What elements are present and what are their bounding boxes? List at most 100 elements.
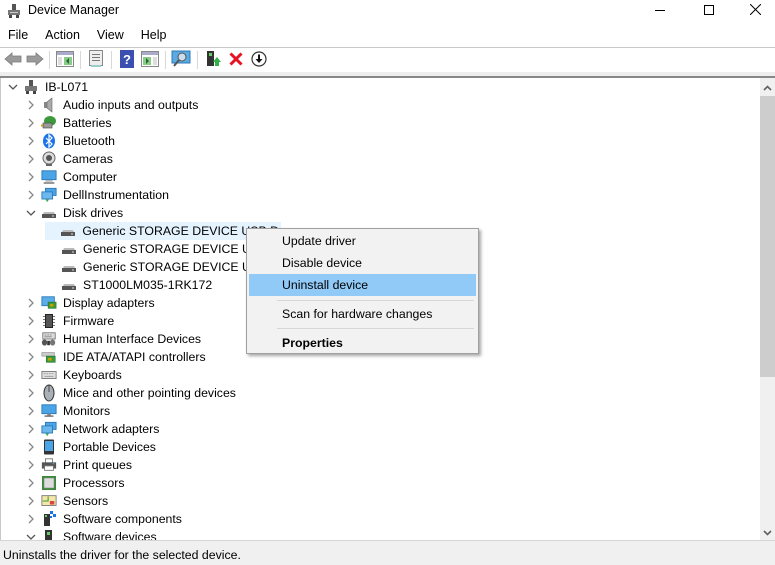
properties-icon	[88, 50, 104, 70]
chevron-right-icon[interactable]	[25, 459, 37, 471]
tree-item-label: Computer	[63, 170, 117, 184]
chevron-right-icon[interactable]	[25, 171, 37, 183]
chevron-right-icon[interactable]	[25, 351, 37, 363]
menu-item-uninstall-device[interactable]: Uninstall device	[249, 274, 476, 296]
chevron-right-icon[interactable]	[25, 405, 37, 417]
tree-category[interactable]: Computer	[25, 168, 119, 186]
menu-item-properties[interactable]: Properties	[249, 332, 476, 354]
chevron-right-icon[interactable]	[25, 333, 37, 345]
tree-category[interactable]: Print queues	[25, 456, 134, 474]
processor-icon	[41, 475, 57, 491]
ide-controller-icon	[41, 349, 57, 365]
tree-category[interactable]: Display adapters	[25, 294, 157, 312]
tree-item-label: Display adapters	[63, 296, 155, 310]
minimize-button[interactable]	[637, 0, 683, 22]
help-icon: ?	[119, 49, 135, 71]
tree-category[interactable]: Portable Devices	[25, 438, 158, 456]
chevron-right-icon[interactable]	[25, 441, 37, 453]
computer-root-icon	[23, 79, 39, 95]
tree-category[interactable]: DellInstrumentation	[25, 186, 171, 204]
tree-device[interactable]: ST1000LM035-1RK172	[45, 276, 214, 294]
scroll-up-button[interactable]	[760, 78, 775, 95]
tree-category[interactable]: Batteries	[25, 114, 114, 132]
menu-item-scan-hardware[interactable]: Scan for hardware changes	[249, 303, 476, 325]
update-driver-button[interactable]	[204, 50, 222, 69]
chevron-right-icon[interactable]	[25, 513, 37, 525]
chevron-right-icon[interactable]	[25, 495, 37, 507]
maximize-button[interactable]	[686, 0, 732, 22]
chevron-right-icon[interactable]	[25, 423, 37, 435]
menu-file[interactable]: File	[0, 25, 37, 45]
vertical-scrollbar[interactable]	[760, 78, 775, 540]
svg-text:?: ?	[123, 52, 131, 67]
chevron-right-icon[interactable]	[25, 99, 37, 111]
tree-category[interactable]: IDE ATA/ATAPI controllers	[25, 348, 208, 366]
tree-category[interactable]: Cameras	[25, 150, 115, 168]
keyboard-icon	[41, 367, 57, 383]
help-button[interactable]: ?	[118, 49, 136, 71]
tree-category[interactable]: Processors	[25, 474, 127, 492]
tree-category[interactable]: Software components	[25, 510, 184, 528]
tree-category[interactable]: Sensors	[25, 492, 110, 510]
software-component-icon	[41, 511, 57, 527]
tree-category[interactable]: Firmware	[25, 312, 116, 330]
menu-item-disable-device[interactable]: Disable device	[249, 252, 476, 274]
forward-button[interactable]	[26, 51, 44, 69]
tree-item-label: Software devices	[63, 530, 157, 540]
tree-root[interactable]: IB-L071	[7, 78, 90, 96]
disk-drive-icon	[61, 241, 77, 257]
tree-category[interactable]: Disk drives	[25, 204, 125, 222]
chevron-right-icon[interactable]	[25, 387, 37, 399]
scroll-down-button[interactable]	[760, 523, 775, 540]
properties-button[interactable]	[87, 50, 105, 70]
chevron-right-icon[interactable]	[25, 117, 37, 129]
tree-item-label: Print queues	[63, 458, 133, 472]
sensor-icon	[41, 493, 57, 509]
tree-category[interactable]: Bluetooth	[25, 132, 117, 150]
uninstall-device-button[interactable]	[227, 51, 245, 69]
menu-help[interactable]: Help	[133, 25, 176, 45]
close-button[interactable]	[732, 0, 775, 22]
status-text: Uninstalls the driver for the selected d…	[3, 548, 241, 562]
context-menu: Update driver Disable device Uninstall d…	[246, 228, 479, 354]
scan-hardware-button[interactable]	[171, 50, 191, 69]
tree-category[interactable]: Software devices	[25, 528, 159, 540]
tree-category[interactable]: Audio inputs and outputs	[25, 96, 200, 114]
menu-item-update-driver[interactable]: Update driver	[249, 230, 476, 252]
tree-category[interactable]: Network adapters	[25, 420, 161, 438]
menu-action[interactable]: Action	[37, 25, 89, 45]
tree-category[interactable]: Keyboards	[25, 366, 124, 384]
disable-device-button[interactable]	[250, 50, 268, 69]
show-hide-action-pane-button[interactable]	[141, 50, 159, 70]
tree-category[interactable]: Human Interface Devices	[25, 330, 203, 348]
tree-category[interactable]: Monitors	[25, 402, 112, 420]
chevron-right-icon[interactable]	[25, 477, 37, 489]
menu-view[interactable]: View	[89, 25, 133, 45]
software-device-icon	[41, 529, 57, 540]
chevron-down-icon	[763, 525, 772, 539]
chevron-right-icon[interactable]	[25, 189, 37, 201]
chevron-right-icon[interactable]	[25, 315, 37, 327]
disk-drive-icon	[61, 277, 77, 293]
monitor-icon	[41, 403, 57, 419]
chevron-right-icon[interactable]	[25, 153, 37, 165]
chevron-down-icon[interactable]	[7, 81, 19, 93]
tree-item-label: Mice and other pointing devices	[63, 386, 236, 400]
tree-item-label: Firmware	[63, 314, 115, 328]
status-bar: Uninstalls the driver for the selected d…	[0, 540, 775, 565]
tree-item-label: Keyboards	[63, 368, 122, 382]
computer-icon	[41, 169, 57, 185]
show-hide-console-tree-button[interactable]	[56, 50, 74, 69]
scrollbar-thumb[interactable]	[760, 96, 775, 377]
chevron-right-icon[interactable]	[25, 135, 37, 147]
show-hide-action-pane-icon	[141, 50, 159, 70]
chevron-right-icon[interactable]	[25, 369, 37, 381]
chevron-down-icon[interactable]	[25, 207, 37, 219]
chevron-down-icon[interactable]	[25, 531, 37, 540]
chevron-right-icon[interactable]	[25, 297, 37, 309]
tree-category[interactable]: Mice and other pointing devices	[25, 384, 238, 402]
back-button[interactable]	[4, 51, 22, 69]
device-manager-icon	[6, 3, 22, 19]
